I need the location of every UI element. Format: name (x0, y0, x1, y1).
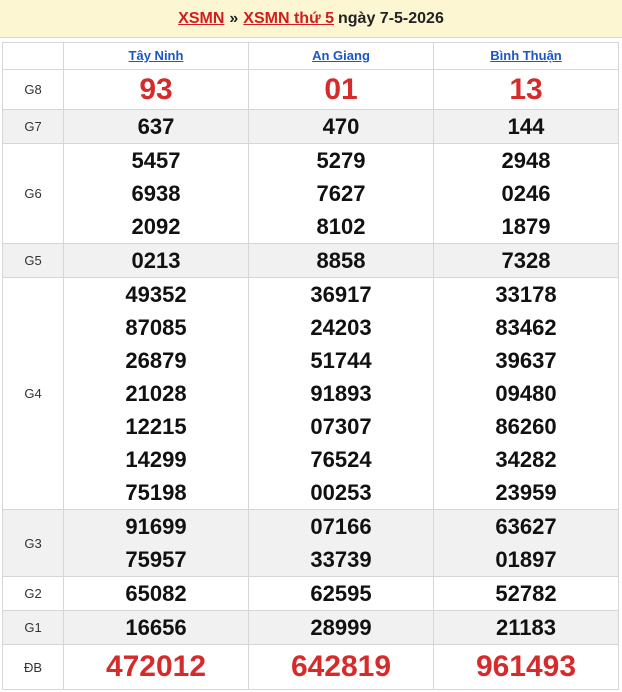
result-number: 33178 (495, 282, 557, 307)
prize-label: G4 (2, 277, 64, 510)
result-number: 5279 (316, 148, 366, 173)
result-number: 23959 (495, 480, 557, 505)
result-number: 07307 (310, 414, 372, 439)
prize-row-g4: G4 49352 87085 26879 21028 12215 14299 7… (2, 277, 619, 510)
result-number: 52782 (495, 581, 557, 606)
breadcrumb-xsmn-thu5-link[interactable]: XSMN thứ 5 (243, 10, 334, 28)
result-number: 86260 (495, 414, 557, 439)
prize-column-header (2, 42, 64, 70)
result-number: 24203 (310, 315, 372, 340)
prize-row-g8: G8 93 01 13 (2, 69, 619, 110)
result-number: 5457 (131, 148, 181, 173)
prize-row-g7: G7 637 470 144 (2, 109, 619, 144)
result-number: 49352 (125, 282, 187, 307)
prize-label: G8 (2, 69, 64, 110)
result-number: 13 (509, 73, 543, 106)
result-number: 12215 (125, 414, 187, 439)
results-page: XSMN » XSMN thứ 5 ngày 7-5-2026 Tây Ninh… (0, 0, 622, 692)
prize-row-g3: G3 91699 75957 07166 33739 63627 01897 (2, 509, 619, 577)
prize-label: G2 (2, 576, 64, 611)
result-number: 83462 (495, 315, 557, 340)
result-number: 93 (139, 73, 173, 106)
province-link-binh-thuan[interactable]: Bình Thuận (490, 48, 562, 63)
result-number: 28999 (310, 615, 372, 640)
prize-label: G1 (2, 610, 64, 645)
result-number: 2948 (501, 148, 551, 173)
result-number: 7328 (501, 248, 551, 273)
result-number: 01 (324, 73, 358, 106)
result-number: 1879 (501, 214, 551, 239)
result-number: 8858 (316, 248, 366, 273)
result-number: 62595 (310, 581, 372, 606)
result-number: 7627 (316, 181, 366, 206)
result-number: 01897 (495, 547, 557, 572)
breadcrumb-xsmn-link[interactable]: XSMN (178, 10, 224, 28)
result-number: 75957 (125, 547, 187, 572)
result-number: 07166 (310, 514, 372, 539)
result-number: 144 (507, 114, 545, 139)
result-number: 0246 (501, 181, 551, 206)
prize-label: G3 (2, 509, 64, 577)
results-table: Tây Ninh An Giang Bình Thuận G8 93 01 13… (2, 42, 619, 690)
result-number: 2092 (131, 214, 181, 239)
result-number-special: 642819 (290, 650, 392, 683)
prize-row-g5: G5 0213 8858 7328 (2, 243, 619, 278)
result-number: 91699 (125, 514, 187, 539)
breadcrumb-separator: » (229, 9, 239, 27)
result-number: 36917 (310, 282, 372, 307)
draw-date: ngày 7-5-2026 (338, 9, 444, 27)
result-number: 39637 (495, 348, 557, 373)
result-number: 0213 (131, 248, 181, 273)
prize-label: G6 (2, 143, 64, 244)
prize-label: G5 (2, 243, 64, 278)
result-number: 09480 (495, 381, 557, 406)
province-link-tay-ninh[interactable]: Tây Ninh (129, 48, 184, 63)
prize-label: ĐB (2, 644, 64, 690)
result-number: 26879 (125, 348, 187, 373)
result-number: 65082 (125, 581, 187, 606)
result-number: 63627 (495, 514, 557, 539)
province-header-binh-thuan: Bình Thuận (433, 42, 619, 70)
prize-row-special: ĐB 472012 642819 961493 (2, 644, 619, 690)
result-number: 34282 (495, 447, 557, 472)
result-number: 637 (137, 114, 175, 139)
result-number: 75198 (125, 480, 187, 505)
prize-row-g6: G6 5457 6938 2092 5279 7627 8102 2948 02… (2, 143, 619, 244)
result-number: 21183 (496, 615, 556, 640)
result-number: 16656 (125, 615, 187, 640)
result-number: 91893 (310, 381, 372, 406)
province-link-an-giang[interactable]: An Giang (312, 48, 370, 63)
result-number: 00253 (310, 480, 372, 505)
result-number: 14299 (125, 447, 187, 472)
result-number: 470 (322, 114, 360, 139)
result-number: 51744 (310, 348, 372, 373)
result-number-special: 472012 (105, 650, 207, 683)
prize-row-g2: G2 65082 62595 52782 (2, 576, 619, 611)
province-header-an-giang: An Giang (248, 42, 434, 70)
prize-label: G7 (2, 109, 64, 144)
result-number-special: 961493 (475, 650, 577, 683)
table-header-row: Tây Ninh An Giang Bình Thuận (2, 42, 619, 70)
breadcrumb: XSMN » XSMN thứ 5 ngày 7-5-2026 (0, 0, 622, 38)
province-header-tay-ninh: Tây Ninh (63, 42, 249, 70)
result-number: 8102 (316, 214, 366, 239)
result-number: 33739 (310, 547, 372, 572)
result-number: 87085 (125, 315, 187, 340)
result-number: 76524 (310, 447, 372, 472)
result-number: 6938 (131, 181, 181, 206)
result-number: 21028 (125, 381, 187, 406)
prize-row-g1: G1 16656 28999 21183 (2, 610, 619, 645)
